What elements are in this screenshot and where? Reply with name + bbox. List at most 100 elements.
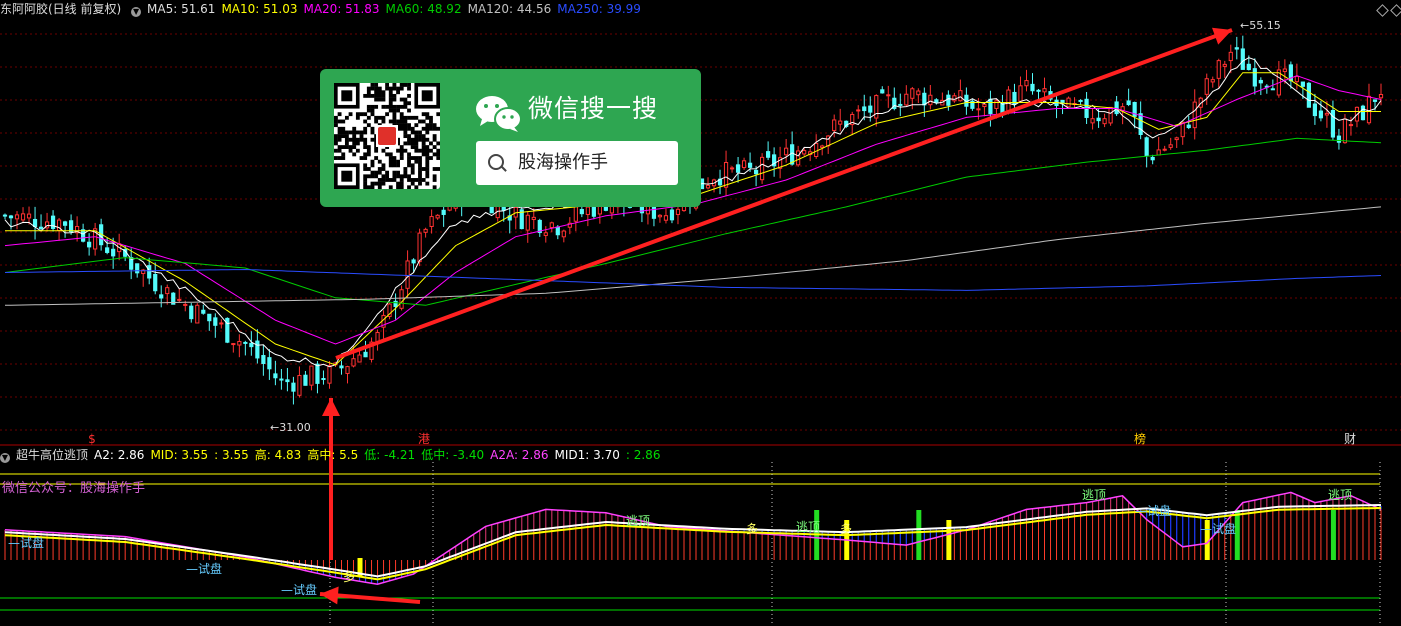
- candle-body: [585, 206, 590, 215]
- wechat-search-box[interactable]: 股海操作手: [476, 141, 678, 185]
- qr-module: [370, 83, 375, 87]
- qr-module: [418, 174, 422, 179]
- qr-module: [425, 181, 430, 186]
- candle-body: [363, 351, 368, 358]
- indicator-value-7: A2A: 2.86: [490, 448, 549, 462]
- qr-module: [407, 126, 411, 131]
- qr-module: [418, 167, 422, 171]
- qr-module: [396, 174, 400, 179]
- qr-module: [407, 137, 411, 142]
- qr-module: [385, 170, 390, 175]
- qr-module: [370, 174, 375, 179]
- candle-body: [922, 92, 927, 106]
- qr-module: [359, 137, 364, 142]
- qr-module: [425, 156, 430, 160]
- candle-body: [729, 167, 735, 170]
- candle-body: [802, 150, 807, 155]
- candle-body: [669, 209, 675, 221]
- qr-module: [374, 119, 379, 124]
- qr-module: [337, 112, 342, 117]
- qr-module: [421, 145, 426, 149]
- candle-body: [291, 382, 296, 392]
- qr-module: [385, 83, 390, 87]
- qr-module: [381, 115, 386, 120]
- qr-module: [403, 97, 408, 102]
- candle-body: [32, 218, 38, 228]
- qr-module: [377, 90, 382, 95]
- qr-module: [388, 152, 393, 157]
- candle-body: [177, 298, 182, 301]
- qr-module: [414, 130, 419, 135]
- qr-module: [341, 134, 346, 139]
- qr-module: [363, 137, 368, 142]
- qr-module: [407, 86, 411, 91]
- qr-module: [399, 119, 404, 124]
- indicator-value-1: MID: 3.55: [150, 448, 209, 462]
- candle-body: [237, 341, 242, 346]
- qr-module: [381, 148, 386, 153]
- qr-module: [403, 123, 408, 128]
- qr-module: [352, 152, 357, 157]
- candle-body: [62, 221, 68, 226]
- candle-body: [273, 373, 278, 379]
- qr-module: [407, 163, 411, 168]
- candle-body: [1246, 63, 1251, 71]
- stock-title[interactable]: 东阿阿胶(日线 前复权): [0, 2, 121, 16]
- qr-module: [425, 126, 430, 131]
- candle-body: [976, 108, 981, 111]
- qr-module: [421, 148, 426, 153]
- qr-module: [344, 115, 349, 120]
- candle-body: [1042, 88, 1047, 93]
- qr-module: [421, 119, 426, 124]
- candle-body: [868, 105, 873, 113]
- candle-body: [417, 232, 422, 263]
- qr-module: [414, 178, 419, 182]
- wechat-search-banner[interactable]: 微信搜一搜 股海操作手: [320, 69, 701, 207]
- candle-body: [285, 379, 290, 383]
- qr-module: [381, 167, 386, 171]
- qr-module: [399, 152, 404, 157]
- candle-body: [429, 216, 434, 227]
- candle-body: [1174, 137, 1179, 141]
- qr-module: [381, 90, 386, 95]
- qr-logo: [378, 127, 396, 145]
- qr-module: [344, 134, 349, 139]
- candle-body: [1024, 80, 1029, 87]
- qr-module: [392, 115, 397, 120]
- event-marker: $: [88, 432, 96, 446]
- ma-legend-ma20: MA20: 51.83: [303, 2, 380, 16]
- qr-module: [436, 126, 441, 131]
- candle-body: [267, 357, 272, 370]
- qr-module: [348, 112, 353, 117]
- candle-body: [525, 214, 530, 231]
- qr-module: [425, 170, 430, 175]
- trial-label: —试盘: [1135, 503, 1171, 518]
- qr-module: [381, 178, 386, 182]
- qr-module: [341, 130, 346, 135]
- qr-module: [407, 174, 411, 179]
- qr-module: [366, 174, 371, 179]
- qr-module: [352, 134, 357, 139]
- qr-module: [425, 137, 430, 142]
- candle-body: [1006, 89, 1011, 113]
- qr-module: [407, 134, 411, 139]
- candle-body: [1258, 79, 1263, 84]
- qr-module: [374, 93, 379, 98]
- qr-module: [425, 115, 430, 120]
- low-price-label: ←31.00: [270, 421, 311, 434]
- qr-module: [388, 101, 393, 106]
- qr-module: [399, 86, 404, 91]
- qr-module: [399, 126, 404, 131]
- settings-icon[interactable]: ▼: [131, 7, 142, 17]
- indicator-title[interactable]: 超牛高位逃顶: [16, 448, 88, 462]
- candle-body: [952, 95, 957, 102]
- candle-body: [1324, 112, 1330, 116]
- qr-module: [403, 104, 408, 109]
- qr-module: [374, 97, 379, 102]
- qr-module: [385, 112, 390, 117]
- qr-module: [429, 156, 433, 160]
- qr-module: [388, 163, 393, 168]
- indicator-settings-icon[interactable]: ▼: [0, 453, 10, 463]
- candle-body: [796, 150, 801, 166]
- escape-label: 逃顶: [626, 514, 650, 528]
